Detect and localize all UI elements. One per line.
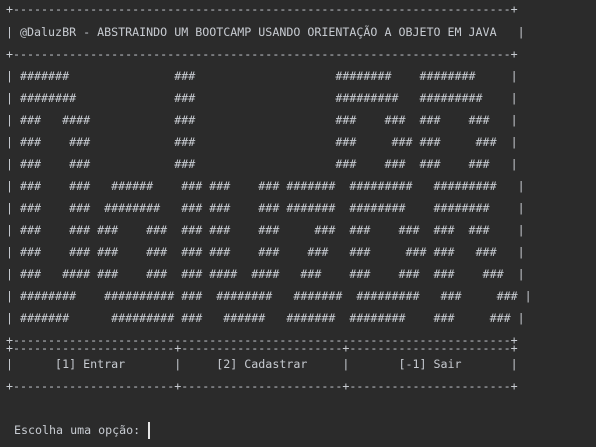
ascii-banner-line: | ######## ### ######### ######### | xyxy=(6,91,518,105)
ascii-banner-line: | ### #### ### ### ### #### #### ### ###… xyxy=(6,267,525,281)
prompt-label: Escolha uma opção: xyxy=(14,423,148,437)
ascii-banner-line: | ### ### ### ### ### ### ### | xyxy=(6,157,518,171)
app-title: | @DaluzBR - ABSTRAINDO UM BOOTCAMP USAN… xyxy=(6,25,525,39)
ascii-banner-line: | ### ### ### ### ### ### ### ### ### ##… xyxy=(6,223,525,237)
header-top-border: +---------------------------------------… xyxy=(6,2,518,16)
prompt-line[interactable]: Escolha uma opção: xyxy=(14,421,151,439)
menu-top-border: +-----------------------+---------------… xyxy=(6,341,518,355)
ascii-banner-line: | ### ### ######## ### ### ### ####### #… xyxy=(6,201,525,215)
header-bottom-border: +---------------------------------------… xyxy=(6,47,518,61)
ascii-banner-line: | ### ### ###### ### ### ### ####### ###… xyxy=(6,179,525,193)
ascii-banner-line: | ####### ######### ### ###### ####### #… xyxy=(6,311,525,325)
text-cursor xyxy=(148,421,151,439)
ascii-banner-line: | ####### ### ######## ######## | xyxy=(6,69,518,83)
menu-bottom-border: +-----------------------+---------------… xyxy=(6,379,518,393)
menu-options-row: | [1] Entrar | [2] Cadastrar | [-1] Sair… xyxy=(6,357,518,371)
ascii-banner-line: | ### ### ### ### ### ### ### | xyxy=(6,135,518,149)
ascii-banner-line: | ### #### ### ### ### ### ### | xyxy=(6,113,518,127)
terminal-window[interactable]: +---------------------------------------… xyxy=(0,0,596,447)
ascii-banner-line: | ######## ########## ### ######## #####… xyxy=(6,289,532,303)
ascii-banner-line: | ### ### ### ### ### ### ### ### ### ##… xyxy=(6,245,525,259)
